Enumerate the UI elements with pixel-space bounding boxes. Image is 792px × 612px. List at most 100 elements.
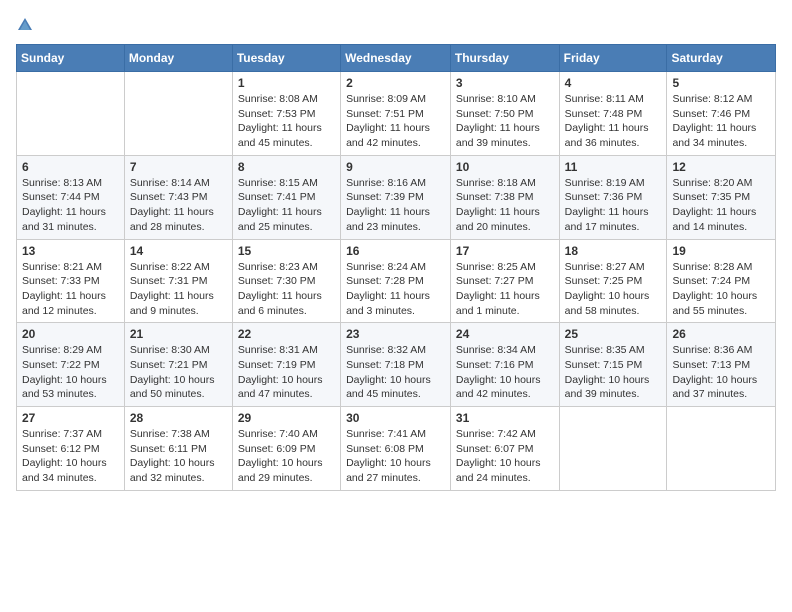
cell-week4-day1: 21 Sunrise: 8:30 AM Sunset: 7:21 PM Dayli… [124, 323, 232, 407]
day-number: 30 [346, 411, 445, 425]
day-detail: Sunrise: 8:08 AM Sunset: 7:53 PM Dayligh… [238, 92, 335, 151]
day-detail: Sunrise: 8:21 AM Sunset: 7:33 PM Dayligh… [22, 260, 119, 319]
day-detail: Sunrise: 8:15 AM Sunset: 7:41 PM Dayligh… [238, 176, 335, 235]
cell-week3-day2: 15 Sunrise: 8:23 AM Sunset: 7:30 PM Dayli… [232, 239, 340, 323]
day-detail: Sunrise: 8:11 AM Sunset: 7:48 PM Dayligh… [565, 92, 662, 151]
day-number: 9 [346, 160, 445, 174]
cell-week5-day1: 28 Sunrise: 7:38 AM Sunset: 6:11 PM Dayli… [124, 407, 232, 491]
cell-week2-day1: 7 Sunrise: 8:14 AM Sunset: 7:43 PM Daylig… [124, 155, 232, 239]
cell-week1-day4: 3 Sunrise: 8:10 AM Sunset: 7:50 PM Daylig… [450, 72, 559, 156]
cell-week1-day5: 4 Sunrise: 8:11 AM Sunset: 7:48 PM Daylig… [559, 72, 667, 156]
cell-week1-day1 [124, 72, 232, 156]
day-detail: Sunrise: 8:25 AM Sunset: 7:27 PM Dayligh… [456, 260, 554, 319]
day-number: 15 [238, 244, 335, 258]
cell-week5-day5 [559, 407, 667, 491]
day-number: 26 [672, 327, 770, 341]
day-number: 10 [456, 160, 554, 174]
day-detail: Sunrise: 8:09 AM Sunset: 7:51 PM Dayligh… [346, 92, 445, 151]
day-detail: Sunrise: 8:30 AM Sunset: 7:21 PM Dayligh… [130, 343, 227, 402]
day-number: 7 [130, 160, 227, 174]
cell-week4-day3: 23 Sunrise: 8:32 AM Sunset: 7:18 PM Dayli… [341, 323, 451, 407]
day-detail: Sunrise: 8:35 AM Sunset: 7:15 PM Dayligh… [565, 343, 662, 402]
cell-week4-day2: 22 Sunrise: 8:31 AM Sunset: 7:19 PM Dayli… [232, 323, 340, 407]
cell-week5-day4: 31 Sunrise: 7:42 AM Sunset: 6:07 PM Dayli… [450, 407, 559, 491]
header-thursday: Thursday [450, 45, 559, 72]
day-detail: Sunrise: 8:22 AM Sunset: 7:31 PM Dayligh… [130, 260, 227, 319]
header-wednesday: Wednesday [341, 45, 451, 72]
header-sunday: Sunday [17, 45, 125, 72]
logo [16, 16, 38, 34]
day-number: 12 [672, 160, 770, 174]
cell-week2-day5: 11Sunrise: 8:19 AM Sunset: 7:36 PM Dayli… [559, 155, 667, 239]
day-number: 22 [238, 327, 335, 341]
cell-week5-day6 [667, 407, 776, 491]
day-detail: Sunrise: 7:37 AM Sunset: 6:12 PM Dayligh… [22, 427, 119, 486]
header-saturday: Saturday [667, 45, 776, 72]
week-row-4: 20Sunrise: 8:29 AM Sunset: 7:22 PM Dayli… [17, 323, 776, 407]
cell-week4-day0: 20Sunrise: 8:29 AM Sunset: 7:22 PM Dayli… [17, 323, 125, 407]
cell-week5-day2: 29 Sunrise: 7:40 AM Sunset: 6:09 PM Dayli… [232, 407, 340, 491]
day-number: 16 [346, 244, 445, 258]
day-number: 17 [456, 244, 554, 258]
cell-week2-day3: 9Sunrise: 8:16 AM Sunset: 7:39 PM Daylig… [341, 155, 451, 239]
day-number: 19 [672, 244, 770, 258]
cell-week2-day4: 10 Sunrise: 8:18 AM Sunset: 7:38 PM Dayli… [450, 155, 559, 239]
cell-week5-day3: 30 Sunrise: 7:41 AM Sunset: 6:08 PM Dayli… [341, 407, 451, 491]
cell-week4-day5: 25Sunrise: 8:35 AM Sunset: 7:15 PM Dayli… [559, 323, 667, 407]
day-detail: Sunrise: 8:34 AM Sunset: 7:16 PM Dayligh… [456, 343, 554, 402]
cell-week1-day0 [17, 72, 125, 156]
day-detail: Sunrise: 7:41 AM Sunset: 6:08 PM Dayligh… [346, 427, 445, 486]
day-detail: Sunrise: 8:31 AM Sunset: 7:19 PM Dayligh… [238, 343, 335, 402]
day-detail: Sunrise: 8:14 AM Sunset: 7:43 PM Dayligh… [130, 176, 227, 235]
day-detail: Sunrise: 8:32 AM Sunset: 7:18 PM Dayligh… [346, 343, 445, 402]
cell-week4-day4: 24Sunrise: 8:34 AM Sunset: 7:16 PM Dayli… [450, 323, 559, 407]
day-number: 1 [238, 76, 335, 90]
day-detail: Sunrise: 8:18 AM Sunset: 7:38 PM Dayligh… [456, 176, 554, 235]
cell-week3-day3: 16 Sunrise: 8:24 AM Sunset: 7:28 PM Dayli… [341, 239, 451, 323]
cell-week3-day1: 14 Sunrise: 8:22 AM Sunset: 7:31 PM Dayli… [124, 239, 232, 323]
header-tuesday: Tuesday [232, 45, 340, 72]
day-number: 20 [22, 327, 119, 341]
day-number: 31 [456, 411, 554, 425]
day-number: 28 [130, 411, 227, 425]
day-number: 3 [456, 76, 554, 90]
cell-week3-day4: 17 Sunrise: 8:25 AM Sunset: 7:27 PM Dayli… [450, 239, 559, 323]
day-number: 21 [130, 327, 227, 341]
week-row-3: 13Sunrise: 8:21 AM Sunset: 7:33 PM Dayli… [17, 239, 776, 323]
calendar-body: 1 Sunrise: 8:08 AM Sunset: 7:53 PM Daylig… [17, 72, 776, 491]
day-detail: Sunrise: 8:13 AM Sunset: 7:44 PM Dayligh… [22, 176, 119, 235]
day-number: 29 [238, 411, 335, 425]
day-number: 4 [565, 76, 662, 90]
day-detail: Sunrise: 8:24 AM Sunset: 7:28 PM Dayligh… [346, 260, 445, 319]
day-detail: Sunrise: 7:42 AM Sunset: 6:07 PM Dayligh… [456, 427, 554, 486]
cell-week2-day2: 8 Sunrise: 8:15 AM Sunset: 7:41 PM Daylig… [232, 155, 340, 239]
day-number: 14 [130, 244, 227, 258]
cell-week2-day6: 12 Sunrise: 8:20 AM Sunset: 7:35 PM Dayli… [667, 155, 776, 239]
day-number: 2 [346, 76, 445, 90]
cell-week1-day2: 1 Sunrise: 8:08 AM Sunset: 7:53 PM Daylig… [232, 72, 340, 156]
day-detail: Sunrise: 8:20 AM Sunset: 7:35 PM Dayligh… [672, 176, 770, 235]
day-number: 8 [238, 160, 335, 174]
day-detail: Sunrise: 7:40 AM Sunset: 6:09 PM Dayligh… [238, 427, 335, 486]
page-header [16, 16, 776, 34]
day-detail: Sunrise: 7:38 AM Sunset: 6:11 PM Dayligh… [130, 427, 227, 486]
day-detail: Sunrise: 8:12 AM Sunset: 7:46 PM Dayligh… [672, 92, 770, 151]
week-row-2: 6 Sunrise: 8:13 AM Sunset: 7:44 PM Daylig… [17, 155, 776, 239]
day-detail: Sunrise: 8:10 AM Sunset: 7:50 PM Dayligh… [456, 92, 554, 151]
cell-week3-day5: 18 Sunrise: 8:27 AM Sunset: 7:25 PM Dayli… [559, 239, 667, 323]
day-detail: Sunrise: 8:23 AM Sunset: 7:30 PM Dayligh… [238, 260, 335, 319]
day-detail: Sunrise: 8:36 AM Sunset: 7:13 PM Dayligh… [672, 343, 770, 402]
header-friday: Friday [559, 45, 667, 72]
day-detail: Sunrise: 8:27 AM Sunset: 7:25 PM Dayligh… [565, 260, 662, 319]
cell-week2-day0: 6 Sunrise: 8:13 AM Sunset: 7:44 PM Daylig… [17, 155, 125, 239]
day-number: 6 [22, 160, 119, 174]
day-number: 18 [565, 244, 662, 258]
day-number: 5 [672, 76, 770, 90]
day-detail: Sunrise: 8:19 AM Sunset: 7:36 PM Dayligh… [565, 176, 662, 235]
day-number: 23 [346, 327, 445, 341]
cell-week3-day0: 13Sunrise: 8:21 AM Sunset: 7:33 PM Dayli… [17, 239, 125, 323]
cell-week5-day0: 27Sunrise: 7:37 AM Sunset: 6:12 PM Dayli… [17, 407, 125, 491]
logo-icon [16, 16, 34, 34]
header-monday: Monday [124, 45, 232, 72]
cell-week4-day6: 26 Sunrise: 8:36 AM Sunset: 7:13 PM Dayli… [667, 323, 776, 407]
